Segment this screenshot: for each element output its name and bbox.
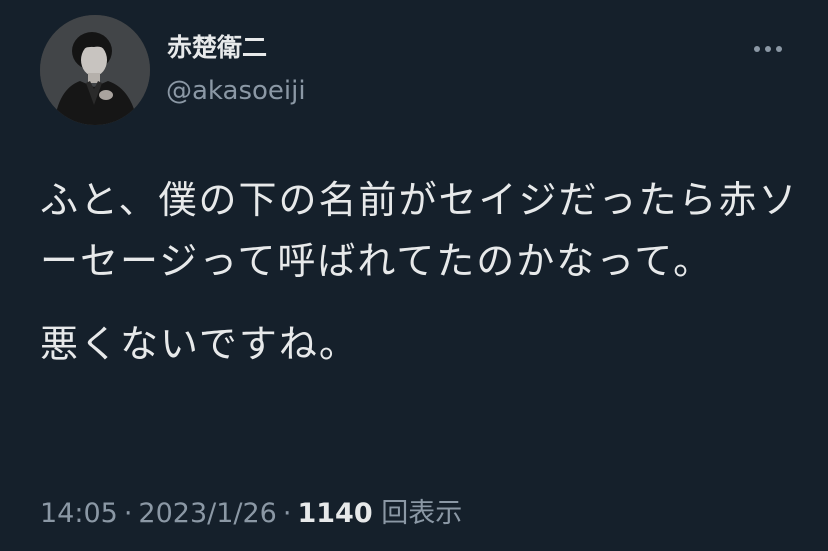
tweet-time[interactable]: 14:05 xyxy=(40,498,118,529)
more-horizontal-icon xyxy=(754,46,782,52)
views-count[interactable]: 1140 xyxy=(297,498,372,529)
separator: · xyxy=(123,498,133,529)
separator: · xyxy=(282,498,292,529)
profile-photo xyxy=(40,15,150,125)
tweet-paragraph: ふと、僕の下の名前がセイジだったら赤ソーセージって呼ばれてたのかなって。 xyxy=(40,178,799,283)
tweet-metadata: 14:05 · 2023/1/26 · 1140 回表示 xyxy=(40,496,462,532)
avatar[interactable] xyxy=(40,15,150,125)
tweet-text: ふと、僕の下の名前がセイジだったら赤ソーセージって呼ばれてたのかなって。 悪くな… xyxy=(40,170,800,375)
author-handle[interactable]: @akasoeiji xyxy=(166,75,306,107)
author-display-name[interactable]: 赤楚衛二 xyxy=(167,32,267,64)
tweet-date[interactable]: 2023/1/26 xyxy=(138,498,276,529)
views-label: 回表示 xyxy=(381,498,463,529)
tweet-paragraph: 悪くないですね。 xyxy=(40,322,359,366)
tweet-detail: 赤楚衛二 @akasoeiji ふと、僕の下の名前がセイジだったら赤ソーセージっ… xyxy=(0,0,828,551)
more-options-button[interactable] xyxy=(744,34,792,64)
